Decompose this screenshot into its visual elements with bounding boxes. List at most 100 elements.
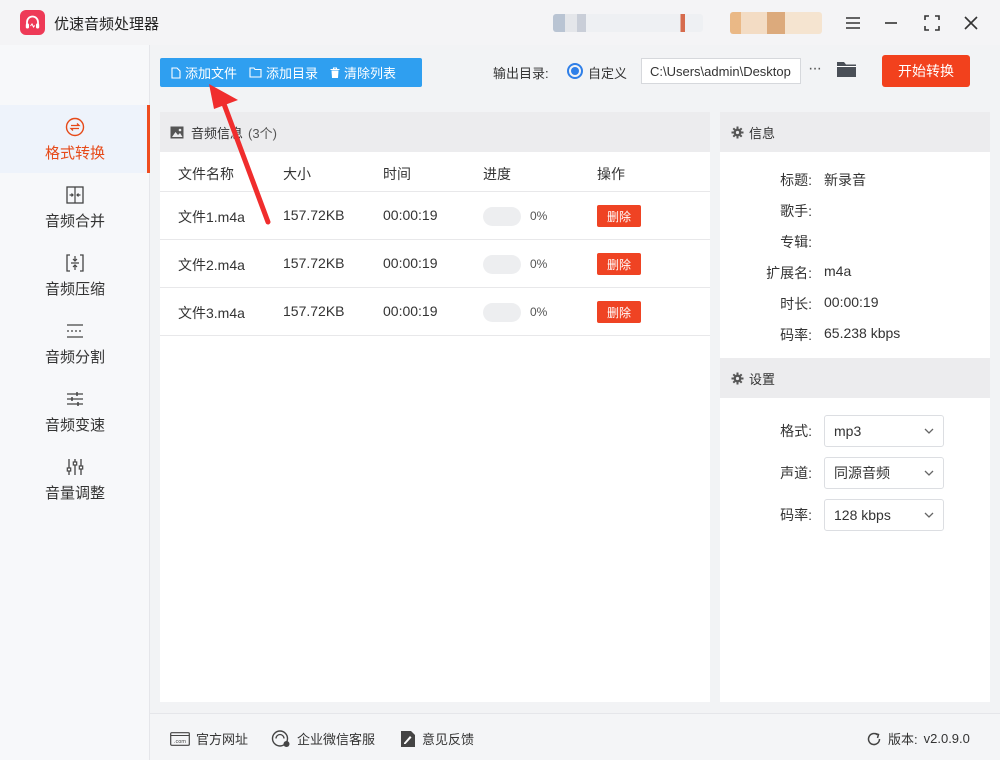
progress-percent: 0% <box>530 209 548 223</box>
panel-title: 音频信息 <box>191 125 244 141</box>
bitrate-select[interactable]: 128 kbps <box>824 499 944 531</box>
file-duration: 00:00:19 <box>383 207 438 223</box>
info-row-artist: 歌手: <box>720 201 990 221</box>
info-row-album: 专辑: <box>720 232 990 252</box>
audio-info-header: 音频信息 (3个) <box>160 112 710 152</box>
file-icon <box>171 66 181 79</box>
info-value: 新录音 <box>824 172 866 188</box>
official-website-link[interactable]: .com 官方网址 <box>170 729 248 748</box>
start-convert-button[interactable]: 开始转换 <box>882 55 970 87</box>
col-size: 大小 <box>283 166 311 182</box>
sidebar-item-label: 音量调整 <box>44 484 105 502</box>
custom-output-radio[interactable] <box>567 63 583 79</box>
delete-button[interactable]: 删除 <box>597 301 641 323</box>
more-options-button[interactable]: ··· <box>808 60 822 78</box>
info-row-title: 标题: 新录音 <box>720 170 990 190</box>
sidebar-item-label: 音频分割 <box>44 348 105 366</box>
wechat-icon <box>271 729 290 747</box>
sidebar-item-merge[interactable]: 音频合并 <box>0 173 150 241</box>
audio-file-panel: 音频信息 (3个) 文件名称 大小 时间 进度 操作 文件1.m4a 157.7… <box>160 112 710 702</box>
chevron-down-icon <box>924 470 934 476</box>
file-name: 文件2.m4a <box>178 257 245 273</box>
sidebar-item-compress[interactable]: 音频压缩 <box>0 241 150 309</box>
progress-percent: 0% <box>530 305 548 319</box>
file-size: 157.72KB <box>283 303 345 319</box>
file-size: 157.72KB <box>283 255 345 271</box>
refresh-icon <box>867 732 881 745</box>
bitrate-value: 128 kbps <box>834 507 891 523</box>
info-key: 歌手: <box>780 203 812 219</box>
info-row-extension: 扩展名: m4a <box>720 263 990 283</box>
sidebar-item-format-convert[interactable]: 格式转换 <box>0 105 150 173</box>
add-file-button[interactable]: 添加文件 <box>160 58 243 87</box>
feedback-icon <box>401 730 415 747</box>
volume-icon <box>64 456 86 478</box>
col-progress: 进度 <box>483 166 511 182</box>
maximize-icon[interactable] <box>919 10 945 36</box>
sidebar-item-label: 音频变速 <box>44 416 105 434</box>
col-action: 操作 <box>597 166 625 182</box>
user-avatar-blurred[interactable] <box>730 12 822 34</box>
split-icon <box>64 320 86 342</box>
compress-icon <box>64 252 86 274</box>
bitrate-label: 码率: <box>780 507 812 523</box>
channel-value: 同源音频 <box>834 465 890 481</box>
format-value: mp3 <box>834 423 862 439</box>
table-row[interactable]: 文件2.m4a 157.72KB 00:00:19 0% 删除 <box>160 240 710 288</box>
sidebar-item-label: 格式转换 <box>44 144 105 162</box>
sidebar-item-split[interactable]: 音频分割 <box>0 309 150 377</box>
info-key: 扩展名: <box>766 265 812 281</box>
add-directory-label: 添加目录 <box>266 66 319 81</box>
gear-icon <box>731 126 744 138</box>
close-icon[interactable] <box>958 10 984 36</box>
chevron-down-icon <box>924 428 934 434</box>
format-label: 格式: <box>780 423 812 439</box>
info-key: 标题: <box>780 172 812 188</box>
clear-list-button[interactable]: 清除列表 <box>324 58 402 87</box>
clear-list-label: 清除列表 <box>344 66 397 81</box>
footer-bar: .com 官方网址 企业微信客服 意见反馈 版本: v2.0.9.0 <box>150 713 1000 760</box>
delete-button[interactable]: 删除 <box>597 205 641 227</box>
info-key: 专辑: <box>780 234 812 250</box>
website-label: 官方网址 <box>196 732 249 747</box>
svg-text:.com: .com <box>174 739 186 745</box>
info-row-bitrate: 码率: 65.238 kbps <box>720 325 990 345</box>
open-folder-icon[interactable] <box>836 60 858 81</box>
feedback-link[interactable]: 意见反馈 <box>400 729 474 748</box>
chevron-down-icon <box>924 512 934 518</box>
menu-icon[interactable] <box>840 10 866 36</box>
table-header: 文件名称 大小 时间 进度 操作 <box>160 152 710 192</box>
col-filename: 文件名称 <box>178 166 234 182</box>
file-toolbar: 添加文件 添加目录 清除列表 <box>160 58 422 87</box>
progress-percent: 0% <box>530 257 548 271</box>
delete-button[interactable]: 删除 <box>597 253 641 275</box>
minimize-icon[interactable] <box>878 10 904 36</box>
format-convert-icon <box>64 116 86 138</box>
app-logo-icon <box>20 10 45 35</box>
table-row[interactable]: 文件3.m4a 157.72KB 00:00:19 0% 删除 <box>160 288 710 336</box>
output-path-input[interactable] <box>641 58 801 84</box>
custom-output-label[interactable]: 自定义 <box>588 63 627 82</box>
progress-bar <box>483 255 521 274</box>
sidebar-item-speed[interactable]: 音频变速 <box>0 377 150 445</box>
table-row[interactable]: 文件1.m4a 157.72KB 00:00:19 0% 删除 <box>160 192 710 240</box>
format-select[interactable]: mp3 <box>824 415 944 447</box>
add-directory-button[interactable]: 添加目录 <box>243 58 324 87</box>
wechat-support-link[interactable]: 企业微信客服 <box>271 729 375 748</box>
channel-select[interactable]: 同源音频 <box>824 457 944 489</box>
version-info[interactable]: 版本: v2.0.9.0 <box>866 729 970 748</box>
settings-header: 设置 <box>720 358 990 398</box>
info-key: 码率: <box>780 327 812 343</box>
file-size: 157.72KB <box>283 207 345 223</box>
feedback-label: 意见反馈 <box>422 732 475 747</box>
col-time: 时间 <box>383 166 411 182</box>
version-number: v2.0.9.0 <box>923 731 970 746</box>
folder-outline-icon <box>249 67 262 78</box>
file-count: (3个) <box>248 125 277 141</box>
file-name: 文件1.m4a <box>178 209 245 225</box>
user-info-blurred[interactable] <box>553 14 703 32</box>
info-row-duration: 时长: 00:00:19 <box>720 294 990 314</box>
sidebar-item-volume[interactable]: 音量调整 <box>0 445 150 513</box>
channel-label: 声道: <box>780 465 812 481</box>
settings-panel: 设置 格式: mp3 声道: 同源音频 码率: 128 kbps <box>720 358 990 702</box>
